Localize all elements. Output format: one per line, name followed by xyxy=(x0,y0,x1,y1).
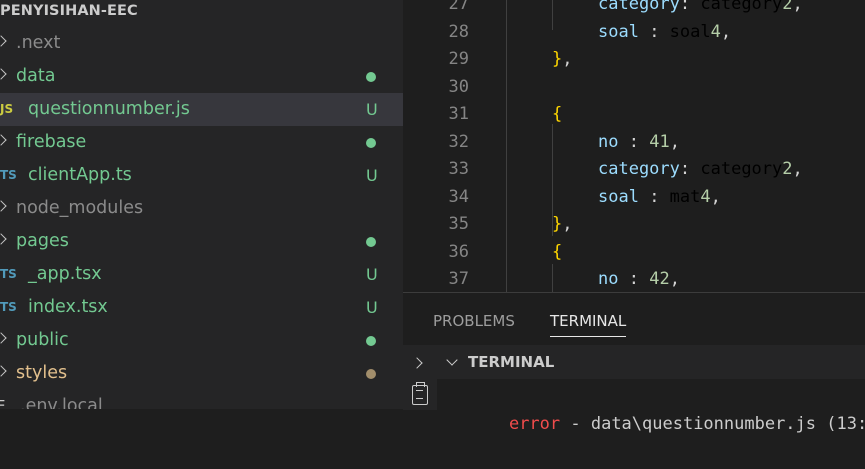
chevron-down-icon xyxy=(446,354,458,366)
line-number: 28 xyxy=(448,21,469,42)
code-line: soal : soal4, xyxy=(598,21,732,42)
chevron-right-icon xyxy=(0,365,7,377)
file-row[interactable]: JS questionnumber.js U xyxy=(0,93,403,126)
clipboard-icon[interactable] xyxy=(412,382,428,405)
file-type-icon: TS xyxy=(0,300,17,314)
line-number: 33 xyxy=(448,159,469,179)
tree-item-label: .env.local xyxy=(20,396,103,409)
folder-row[interactable]: .next xyxy=(0,27,403,60)
code-line: soal : mat4, xyxy=(598,186,721,207)
file-row[interactable]: TS index.tsx U xyxy=(0,291,403,324)
chevron-right-icon xyxy=(0,134,7,146)
indent-guide xyxy=(552,264,553,292)
folder-row[interactable]: public xyxy=(0,324,403,357)
folder-row[interactable]: firebase xyxy=(0,126,403,159)
file-row[interactable]: TS _app.tsx U xyxy=(0,258,403,291)
tree-item-label: .next xyxy=(16,33,61,53)
line-number: 31 xyxy=(448,104,469,124)
modified-dot-icon xyxy=(366,336,376,346)
indent-guide xyxy=(552,0,553,30)
terminal-section-header[interactable]: TERMINAL xyxy=(403,345,865,379)
line-number: 27 xyxy=(448,0,469,14)
tree-item-label: styles xyxy=(16,363,68,383)
folder-row[interactable]: node_modules xyxy=(0,192,403,225)
line-number: 35 xyxy=(448,214,469,234)
file-type-icon: TS xyxy=(0,267,17,281)
chevron-right-icon[interactable] xyxy=(411,357,423,369)
untracked-badge: U xyxy=(366,100,378,119)
folder-row[interactable]: data xyxy=(0,60,403,93)
project-title[interactable]: PENYISIHAN-EEC xyxy=(0,0,138,26)
file-type-icon: JS xyxy=(0,102,14,116)
file-row[interactable]: E .env.local xyxy=(0,390,403,409)
file-type-icon: E xyxy=(0,397,6,409)
terminal-output-line: error - data\questionnumber.js (13:1 xyxy=(468,379,865,469)
folder-row[interactable]: styles xyxy=(0,357,403,390)
file-type-icon: TS xyxy=(0,168,17,182)
error-prefix: error xyxy=(508,414,561,434)
tree-item-label: firebase xyxy=(16,132,87,152)
chevron-right-icon xyxy=(0,35,7,47)
tree-item-label: pages xyxy=(16,231,69,251)
folder-row[interactable]: pages xyxy=(0,225,403,258)
modified-dot-icon xyxy=(366,72,376,82)
modified-dot-icon xyxy=(366,138,376,148)
code-line: }, xyxy=(552,49,573,69)
code-line: category: category2, xyxy=(598,159,803,179)
code-line: { xyxy=(552,241,563,262)
tree-item-label: clientApp.ts xyxy=(28,165,132,185)
untracked-badge: U xyxy=(366,166,378,185)
tree-item-label: data xyxy=(16,66,56,86)
tree-item-label: questionnumber.js xyxy=(28,99,190,119)
indent-guide xyxy=(506,0,507,292)
line-number: 36 xyxy=(448,241,469,262)
modified-dot-icon xyxy=(366,369,376,379)
explorer-sidebar: PENYISIHAN-EEC .next data JS questionnumber… xyxy=(0,0,403,409)
tree-item-label: node_modules xyxy=(16,198,144,218)
modified-dot-icon xyxy=(366,237,376,247)
untracked-badge: U xyxy=(366,265,378,284)
line-number: 32 xyxy=(448,131,469,152)
chevron-right-icon xyxy=(0,233,7,245)
terminal-gutter xyxy=(403,345,437,410)
chevron-right-icon xyxy=(0,68,7,80)
code-line: }, xyxy=(552,214,573,234)
line-number: 30 xyxy=(448,76,469,97)
error-message: - data\questionnumber.js (13:1 xyxy=(560,414,865,434)
tab-terminal[interactable]: TERMINAL xyxy=(550,293,627,337)
code-line: category: category2, xyxy=(598,0,803,14)
tree-item-label: public xyxy=(16,330,69,350)
tree-item-label: _app.tsx xyxy=(28,264,102,284)
untracked-badge: U xyxy=(366,298,378,317)
chevron-right-icon xyxy=(0,200,7,212)
bottom-panel: PROBLEMS TERMINAL TERMINAL error - data\… xyxy=(403,292,865,434)
tab-problems[interactable]: PROBLEMS xyxy=(433,293,515,345)
line-number: 37 xyxy=(448,269,469,289)
line-number: 29 xyxy=(448,49,469,69)
code-editor[interactable]: 27 category: category2, 28 soal : soal4, 29}… xyxy=(403,0,865,292)
terminal-section-title: TERMINAL xyxy=(468,353,555,371)
code-line: no : 42, xyxy=(598,269,680,289)
tree-item-label: index.tsx xyxy=(28,297,108,317)
line-number: 34 xyxy=(448,186,469,207)
code-line: no : 41, xyxy=(598,131,680,152)
code-line: { xyxy=(552,104,563,124)
file-row[interactable]: TS clientApp.ts U xyxy=(0,159,403,192)
chevron-right-icon xyxy=(0,332,7,344)
